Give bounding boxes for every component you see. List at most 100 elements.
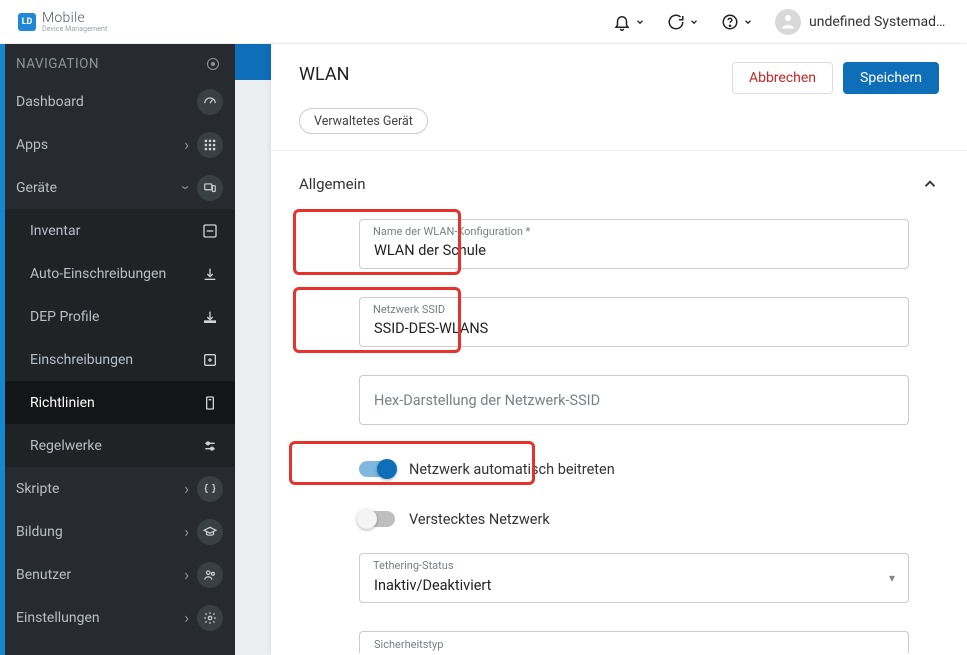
- content-area: WLAN Abbrechen Speichern Verwaltetes Ger…: [235, 44, 967, 655]
- grid-icon: [197, 132, 223, 158]
- header-right: undefined Systemadmi...: [613, 9, 949, 35]
- devices-icon: [197, 175, 223, 201]
- auto-join-toggle[interactable]: [359, 461, 395, 477]
- sync-icon: [667, 13, 685, 31]
- security-type-field-top[interactable]: Sicherheitstyp: [359, 631, 909, 653]
- help-icon: [721, 13, 739, 31]
- chevron-down-icon: ›: [177, 185, 196, 190]
- sidebar-item-label: DEP Profile: [30, 309, 197, 325]
- sidebar-item-devices[interactable]: Geräte ›: [0, 166, 235, 209]
- sidebar-item-scripts[interactable]: Skripte ›: [0, 467, 235, 510]
- braces-icon: [197, 476, 223, 502]
- sidebar-item-depprofiles[interactable]: DEP Profile: [0, 295, 235, 338]
- sidebar-item-education[interactable]: Bildung ›: [0, 510, 235, 553]
- auto-join-label: Netzwerk automatisch beitreten: [409, 461, 615, 478]
- sidebar-item-policies[interactable]: Richtlinien: [0, 381, 235, 424]
- bell-icon: [613, 13, 631, 31]
- sidebar-item-label: Benutzer: [16, 567, 184, 583]
- hex-ssid-field: Hex-Darstellung der Netzwerk-SSID: [359, 375, 909, 425]
- blue-edge: [235, 44, 271, 80]
- tethering-field: Tethering-Status Inaktiv/Deaktiviert ▾: [359, 553, 909, 603]
- avatar: [775, 9, 801, 35]
- config-name-field: Name der WLAN-Konfiguration *: [359, 219, 909, 269]
- chevron-right-icon: ›: [184, 522, 189, 541]
- auto-join-row: Netzwerk automatisch beitreten: [359, 453, 939, 485]
- hidden-network-label: Verstecktes Netzwerk: [409, 511, 550, 528]
- sidebar-heading-label: NAVIGATION: [16, 56, 99, 72]
- user-menu[interactable]: undefined Systemadmi...: [775, 9, 949, 35]
- scope-pill[interactable]: Verwaltetes Gerät: [299, 108, 428, 134]
- config-name-label: Name der WLAN-Konfiguration *: [373, 225, 530, 238]
- sidebar-item-settings[interactable]: Einstellungen ›: [0, 596, 235, 639]
- hidden-network-row: Verstecktes Netzwerk: [359, 503, 939, 535]
- sidebar-item-label: Auto-Einschreibungen: [30, 266, 197, 282]
- sidebar-item-rulesets[interactable]: Regelwerke: [0, 424, 235, 467]
- sidebar-item-apps[interactable]: Apps ›: [0, 123, 235, 166]
- profile-icon: [197, 304, 223, 330]
- users-icon: [197, 562, 223, 588]
- sidebar-item-label: Regelwerke: [30, 438, 197, 454]
- sidebar-item-enrollments[interactable]: Einschreibungen: [0, 338, 235, 381]
- page-actions: Abbrechen Speichern: [732, 62, 939, 94]
- sidebar-item-label: Inventar: [30, 223, 197, 239]
- chevron-right-icon: ›: [184, 608, 189, 627]
- sidebar-item-autoenroll[interactable]: Auto-Einschreibungen: [0, 252, 235, 295]
- chevron-down-icon: [635, 17, 645, 27]
- sidebar-item-users[interactable]: Benutzer ›: [0, 553, 235, 596]
- sidebar-item-label: Einstellungen: [16, 610, 184, 626]
- hidden-network-toggle[interactable]: [359, 511, 395, 527]
- sidebar-item-label: Apps: [16, 137, 184, 153]
- caret-down-icon: ▾: [889, 571, 895, 585]
- page-panel: WLAN Abbrechen Speichern Verwaltetes Ger…: [271, 44, 967, 655]
- sidebar-item-label: Bildung: [16, 524, 184, 540]
- tune-icon: [197, 433, 223, 459]
- chevron-right-icon: ›: [184, 479, 189, 498]
- tethering-label: Tethering-Status: [373, 559, 454, 572]
- graduation-cap-icon: [197, 519, 223, 545]
- logo-icon: LD: [18, 13, 36, 31]
- chevron-right-icon: ›: [184, 565, 189, 584]
- sidebar-item-label: Dashboard: [16, 94, 197, 110]
- brand-name: Mobile: [42, 11, 107, 25]
- sidebar-item-dashboard[interactable]: Dashboard: [0, 80, 235, 123]
- sidebar-item-label: Einschreibungen: [30, 352, 197, 368]
- page-title: WLAN: [299, 64, 349, 85]
- section-general: Allgemein Name der WLAN-Konfiguration * …: [271, 151, 967, 655]
- chevron-down-icon: [689, 17, 699, 27]
- chevron-down-icon: [743, 17, 753, 27]
- sync-button[interactable]: [667, 13, 699, 31]
- gauge-icon: [197, 89, 223, 115]
- help-button[interactable]: [721, 13, 753, 31]
- brand-subtitle: Device Management: [42, 25, 107, 33]
- sidebar-heading: NAVIGATION: [0, 44, 235, 80]
- ssid-field: Netzwerk SSID: [359, 297, 909, 347]
- download-icon: [197, 261, 223, 287]
- cancel-button[interactable]: Abbrechen: [732, 62, 833, 94]
- section-title: Allgemein: [299, 175, 366, 193]
- add-box-icon: [197, 347, 223, 373]
- sidebar-item-label: Skripte: [16, 481, 184, 497]
- hex-ssid-input[interactable]: Hex-Darstellung der Netzwerk-SSID: [359, 375, 909, 425]
- sidebar-item-label: Geräte: [16, 180, 184, 196]
- tethering-value: Inaktiv/Deaktiviert: [374, 577, 491, 594]
- app-logo[interactable]: LD Mobile Device Management: [18, 11, 107, 33]
- user-name-label: undefined Systemadmi...: [809, 14, 949, 30]
- ssid-label: Netzwerk SSID: [373, 303, 445, 316]
- sidebar-item-label: Richtlinien: [30, 395, 197, 411]
- section-header[interactable]: Allgemein: [299, 169, 939, 219]
- sidebar-item-inventory[interactable]: Inventar: [0, 209, 235, 252]
- list-icon: [197, 218, 223, 244]
- gear-icon: [197, 605, 223, 631]
- chevron-right-icon: ›: [184, 135, 189, 154]
- page-header: WLAN Abbrechen Speichern Verwaltetes Ger…: [271, 44, 967, 151]
- notifications-button[interactable]: [613, 13, 645, 31]
- top-header: LD Mobile Device Management undefined Sy…: [0, 0, 967, 44]
- save-button[interactable]: Speichern: [843, 62, 939, 94]
- target-icon: [207, 58, 219, 70]
- sidebar-accent-strip: [0, 44, 5, 655]
- policy-icon: [197, 390, 223, 416]
- sidebar: NAVIGATION Dashboard Apps › Geräte › Inv…: [0, 44, 235, 655]
- section-form: Name der WLAN-Konfiguration * Netzwerk S…: [299, 219, 939, 655]
- logo-text: Mobile Device Management: [42, 11, 107, 33]
- chevron-up-icon: [921, 175, 939, 193]
